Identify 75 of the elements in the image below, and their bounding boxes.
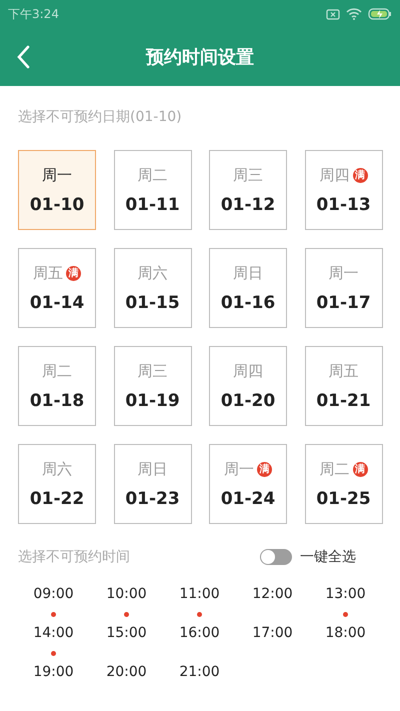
sim-icon [326,8,340,20]
full-badge: 满 [66,266,81,280]
date-card[interactable]: 周四 满 01-13 [304,150,382,230]
date-card[interactable]: 周二 01-18 [18,346,96,426]
weekday-label: 周六 [42,460,72,478]
weekday-label: 周二 [320,460,350,478]
weekday-label: 周日 [233,264,263,282]
date-label: 01-22 [30,488,84,508]
status-time: 下午3:24 [8,6,59,22]
date-card[interactable]: 周一 01-10 [18,150,96,230]
time-slot[interactable]: 20:00 [106,664,147,680]
back-icon [16,45,30,69]
weekday-label: 周二 [42,362,72,380]
date-card[interactable]: 周一 01-17 [304,248,382,328]
time-slot[interactable]: 16:00 [179,625,220,641]
date-card[interactable]: 周二 满 01-25 [304,444,382,524]
section-label: 选择不可预约日期(01-10) [17,108,183,126]
wifi-icon [346,8,362,20]
date-label: 01-11 [125,194,180,214]
date-card[interactable]: 周二 01-11 [114,150,192,230]
select-all-toggle[interactable] [260,549,292,565]
weekday-label: 周日 [138,460,168,478]
weekday-label: 周五 [33,264,63,282]
date-label: 01-18 [30,390,84,410]
weekday-label: 周一 [42,166,72,184]
date-label: 01-12 [220,194,276,214]
time-slot[interactable]: 21:00 [179,664,220,680]
time-slot[interactable]: 09:00 [33,586,74,602]
full-badge: 满 [257,462,272,476]
date-card[interactable]: 周日 01-23 [114,444,192,524]
time-slot[interactable]: 15:00 [106,625,147,641]
weekday-label: 周四 [233,362,263,380]
weekday-label: 周一 [224,460,254,478]
weekday-label: 周三 [138,362,168,380]
time-slot[interactable]: 18:00 [325,625,366,641]
time-slot[interactable]: 11:00 [179,586,220,602]
date-card[interactable]: 周日 01-16 [209,248,287,328]
full-badge: 满 [352,168,368,182]
date-label: 01-21 [316,390,371,410]
time-slot[interactable]: 12:00 [252,586,293,602]
date-card[interactable]: 周四 01-20 [209,346,287,426]
date-label: 01-15 [125,292,180,312]
date-card[interactable]: 周五 满 01-14 [18,248,96,328]
time-slot[interactable]: 14:00 [33,625,74,641]
weekday-label: 周一 [328,264,358,282]
battery-charging-icon [368,8,392,20]
date-label: 01-19 [125,390,180,410]
time-slot[interactable]: 17:00 [252,625,293,641]
date-label: 01-20 [220,390,276,410]
date-label: 01-24 [220,488,276,508]
date-card[interactable]: 周三 01-12 [209,150,287,230]
date-label: 01-14 [30,292,84,312]
full-badge: 满 [352,462,368,476]
weekday-label: 周三 [233,166,263,184]
date-label: 01-10 [30,194,84,214]
date-label: 01-25 [316,488,371,508]
weekday-label: 周四 [320,166,350,184]
page-title: 预约时间设置 [146,46,254,69]
time-slot[interactable]: 10:00 [106,586,147,602]
weekday-label: 周二 [138,166,168,184]
date-card[interactable]: 周五 01-21 [304,346,382,426]
date-label: 01-16 [220,292,276,312]
select-all-label: 一键全选 [300,548,356,566]
date-card[interactable]: 周六 01-22 [18,444,96,524]
weekday-label: 周六 [138,264,168,282]
date-label: 01-23 [125,488,180,508]
time-slot[interactable]: 13:00 [325,586,366,602]
date-label: 01-13 [316,194,371,214]
weekday-label: 周五 [328,362,358,380]
time-slot[interactable]: 19:00 [33,664,74,680]
date-label: 01-17 [316,292,371,312]
date-card[interactable]: 周三 01-19 [114,346,192,426]
date-card[interactable]: 周六 01-15 [114,248,192,328]
section-label: 选择不可预约时间 [18,548,130,566]
date-card[interactable]: 周一 满 01-24 [209,444,287,524]
